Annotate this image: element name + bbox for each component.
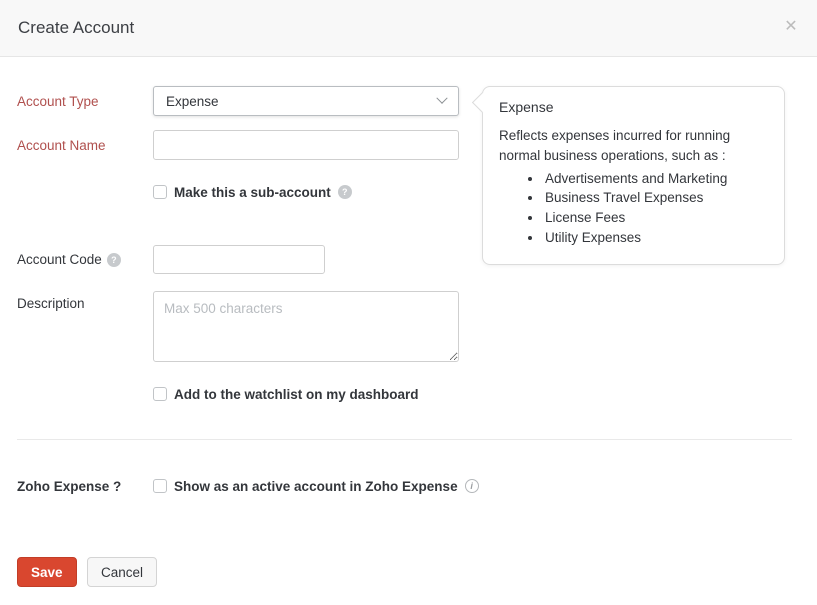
tooltip-examples-list: Advertisements and Marketing Business Tr… [543, 169, 768, 249]
tooltip-description: Reflects expenses incurred for running n… [499, 126, 768, 167]
watchlist-checkbox[interactable] [153, 387, 167, 401]
tooltip-title: Expense [499, 99, 768, 115]
account-type-select[interactable]: Expense [153, 86, 459, 116]
tooltip-list-item: Advertisements and Marketing [543, 169, 768, 189]
save-button[interactable]: Save [17, 557, 77, 587]
watchlist-row: Add to the watchlist on my dashboard [153, 385, 419, 403]
tooltip-list-item: Business Travel Expenses [543, 188, 768, 208]
zoho-expense-checkbox-label: Show as an active account in Zoho Expens… [174, 479, 458, 494]
sub-account-label: Make this a sub-account [174, 185, 331, 200]
account-type-label: Account Type [17, 86, 99, 116]
close-icon[interactable]: ✕ [781, 17, 801, 37]
account-type-value: Expense [166, 94, 438, 109]
account-name-label: Account Name [17, 130, 106, 160]
description-input[interactable] [153, 291, 459, 362]
create-account-dialog: Create Account ✕ Account Type Expense Ex… [0, 0, 817, 605]
help-icon[interactable]: ? [107, 253, 121, 267]
account-code-label: Account Code ? [17, 245, 121, 274]
section-divider [17, 439, 792, 440]
help-icon[interactable]: ? [338, 185, 352, 199]
chevron-down-icon [436, 93, 447, 104]
cancel-button[interactable]: Cancel [87, 557, 157, 587]
zoho-expense-label: Zoho Expense ? [17, 477, 121, 495]
tooltip-list-item: License Fees [543, 208, 768, 228]
account-code-input[interactable] [153, 245, 325, 274]
info-icon[interactable]: i [465, 479, 479, 493]
tooltip-list-item: Utility Expenses [543, 228, 768, 248]
page-title: Create Account [18, 18, 134, 38]
watchlist-label: Add to the watchlist on my dashboard [174, 387, 419, 402]
account-name-input[interactable] [153, 130, 459, 160]
account-type-tooltip: Expense Reflects expenses incurred for r… [482, 86, 785, 265]
sub-account-checkbox[interactable] [153, 185, 167, 199]
dialog-header: Create Account ✕ [0, 0, 817, 57]
zoho-expense-checkbox[interactable] [153, 479, 167, 493]
description-label: Description [17, 294, 85, 312]
zoho-expense-row: Show as an active account in Zoho Expens… [153, 477, 479, 495]
sub-account-row: Make this a sub-account ? [153, 183, 352, 201]
